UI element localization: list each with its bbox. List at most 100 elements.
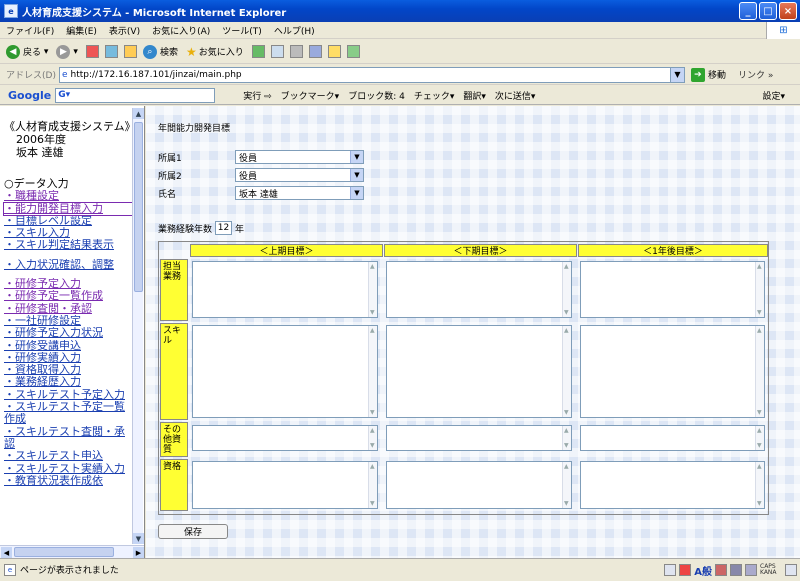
google-search-input[interactable]: G▾ — [55, 87, 216, 103]
sidebar-item[interactable]: ・目標レベル設定 — [4, 215, 132, 227]
dept1-label: 所属1 — [158, 153, 182, 164]
google-settings-button[interactable]: 設定▾ — [762, 89, 785, 102]
qualifications-first-half-textarea[interactable] — [192, 461, 378, 509]
google-run-button[interactable]: 実行 ⇨ — [243, 89, 271, 102]
save-button[interactable]: 保存 — [158, 524, 228, 539]
search-button[interactable]: ⌕ 検索 — [142, 44, 178, 59]
edit-icon[interactable] — [308, 45, 322, 58]
main-content: 年間能力開発目標 所属1 役員 ▼ 所属2 役員 ▼ 氏名 坂本 達雄 ▼ 業務経験年… — [146, 106, 800, 558]
google-translate-button[interactable]: 翻訳▾ — [463, 89, 486, 102]
minimize-button[interactable]: _ — [739, 2, 757, 20]
duties-first-half-textarea[interactable] — [192, 261, 378, 318]
stop-icon[interactable] — [85, 45, 99, 58]
experience-years-row: 業務経験年数 12 年 — [158, 221, 244, 235]
sidebar-item[interactable]: ・入力状況確認、調整 — [4, 259, 132, 271]
sidebar-item[interactable]: ・職種設定 — [4, 190, 132, 202]
dept2-select[interactable]: 役員 ▼ — [235, 168, 364, 182]
skills-one-year-textarea[interactable] — [580, 325, 765, 418]
favorites-button[interactable]: ★ お気に入り — [186, 45, 244, 59]
qualifications-one-year-textarea[interactable] — [580, 461, 765, 509]
scroll-thumb[interactable] — [134, 122, 143, 292]
scroll-right-icon[interactable]: ▶ — [133, 547, 144, 558]
sidebar-item[interactable]: ・スキル入力 — [4, 227, 132, 239]
links-label[interactable]: リンク » — [738, 68, 773, 81]
sidebar-item[interactable]: ・スキル判定結果表示 — [4, 239, 132, 251]
other-first-half-textarea[interactable] — [192, 425, 378, 451]
sidebar-item[interactable]: ・一社研修設定 — [4, 315, 132, 327]
help-icon[interactable] — [745, 564, 757, 576]
language-bar-icon[interactable] — [679, 564, 692, 576]
home-icon[interactable] — [123, 45, 137, 58]
field-row-name: 氏名 坂本 達雄 ▼ — [158, 186, 364, 200]
sidebar-item[interactable]: ・スキルテスト予定一覧 — [4, 401, 132, 413]
scroll-up-icon[interactable]: ▲ — [133, 108, 144, 119]
dept2-label: 所属2 — [158, 171, 182, 182]
address-dropdown-icon[interactable]: ▼ — [669, 67, 684, 82]
maximize-button[interactable]: □ — [759, 2, 777, 20]
sidebar-vertical-scrollbar[interactable]: ▲ ▼ — [132, 108, 144, 544]
other-second-half-textarea[interactable] — [386, 425, 572, 451]
goals-table: ＜上期目標＞ ＜下期目標＞ ＜1年後目標＞ 担当業務 スキル その他資質 資格 — [158, 241, 769, 515]
dept1-select[interactable]: 役員 ▼ — [235, 150, 364, 164]
sidebar-item[interactable]: ・資格取得入力 — [4, 364, 132, 376]
hscroll-thumb[interactable] — [14, 547, 114, 557]
sidebar-item[interactable]: ・スキルテスト予定入力 — [4, 389, 132, 401]
ie-app-icon: e — [4, 4, 18, 18]
google-send-button[interactable]: 次に送信▾ — [495, 89, 536, 102]
scroll-left-icon[interactable]: ◀ — [1, 547, 12, 558]
history-icon[interactable] — [251, 45, 265, 58]
messenger-icon[interactable] — [346, 45, 360, 58]
sidebar-item[interactable]: ・研修予定入力状況 — [4, 327, 132, 339]
close-button[interactable]: × — [779, 2, 797, 20]
tray-menu-icon[interactable] — [785, 564, 797, 576]
name-select[interactable]: 坂本 達雄 ▼ — [235, 186, 364, 200]
menu-edit[interactable]: 編集(E) — [66, 24, 97, 37]
tool-icon[interactable] — [730, 564, 742, 576]
sidebar-item[interactable]: ・教育状況表作成依 — [4, 475, 132, 487]
sidebar-item[interactable]: ・スキルテスト実績入力 — [4, 463, 132, 475]
sidebar-item[interactable]: ・研修実績入力 — [4, 352, 132, 364]
google-spellcheck-button[interactable]: チェック▾ — [414, 89, 455, 102]
sidebar-item[interactable]: ・能力開発目標入力 — [3, 201, 133, 216]
back-button[interactable]: ◀ 戻る ▾ — [6, 44, 48, 59]
sidebar-item[interactable]: 作成 — [4, 413, 132, 425]
sidebar-item[interactable]: ・研修査閲・承認 — [4, 303, 132, 315]
go-button[interactable]: ➔ 移動 — [690, 67, 726, 82]
refresh-icon[interactable] — [104, 45, 118, 58]
sidebar-item[interactable]: ・研修予定一覧作成 — [4, 290, 132, 302]
scroll-down-icon[interactable]: ▼ — [133, 533, 144, 544]
menu-tools[interactable]: ツール(T) — [222, 24, 262, 37]
qualifications-second-half-textarea[interactable] — [386, 461, 572, 509]
sidebar-item[interactable]: ・スキルテスト申込 — [4, 450, 132, 462]
menu-view[interactable]: 表示(V) — [109, 24, 140, 37]
ime-pad-icon[interactable] — [715, 564, 727, 576]
skills-first-half-textarea[interactable] — [192, 325, 378, 418]
chevron-down-icon: ▼ — [350, 151, 363, 163]
sidebar-item[interactable]: ・業務経歴入力 — [4, 376, 132, 388]
experience-years-input[interactable]: 12 — [215, 221, 233, 235]
print-icon[interactable] — [289, 45, 303, 58]
back-arrow-icon: ◀ — [6, 44, 20, 59]
menu-help[interactable]: ヘルプ(H) — [274, 24, 315, 37]
menu-file[interactable]: ファイル(F) — [6, 24, 54, 37]
sidebar-horizontal-scrollbar[interactable]: ◀ ▶ — [0, 545, 144, 558]
duties-second-half-textarea[interactable] — [386, 261, 572, 318]
google-bookmark-button[interactable]: ブックマーク▾ — [281, 89, 340, 102]
sidebar-item[interactable]: ・研修受講申込 — [4, 340, 132, 352]
menu-favorites[interactable]: お気に入り(A) — [152, 24, 210, 37]
forward-button[interactable]: ▶ ▾ — [56, 44, 78, 59]
ime-mode-indicator[interactable]: A般 — [694, 563, 712, 578]
duties-one-year-textarea[interactable] — [580, 261, 765, 318]
google-popup-blocker[interactable]: ブロック数: 4 — [348, 89, 405, 102]
other-one-year-textarea[interactable] — [580, 425, 765, 451]
address-input[interactable]: e http://172.16.187.101/jinzai/main.php … — [58, 66, 685, 83]
sidebar-item[interactable]: 認 — [4, 438, 132, 450]
mail-icon[interactable] — [270, 45, 284, 58]
row-header-qualifications: 資格 — [160, 459, 188, 511]
keyboard-icon[interactable] — [664, 564, 677, 576]
discuss-icon[interactable] — [327, 45, 341, 58]
sidebar-item[interactable]: ・研修予定入力 — [4, 278, 132, 290]
sidebar-item[interactable]: ・スキルテスト査閲・承 — [4, 426, 132, 438]
google-logo: Google — [8, 88, 52, 102]
skills-second-half-textarea[interactable] — [386, 325, 572, 418]
